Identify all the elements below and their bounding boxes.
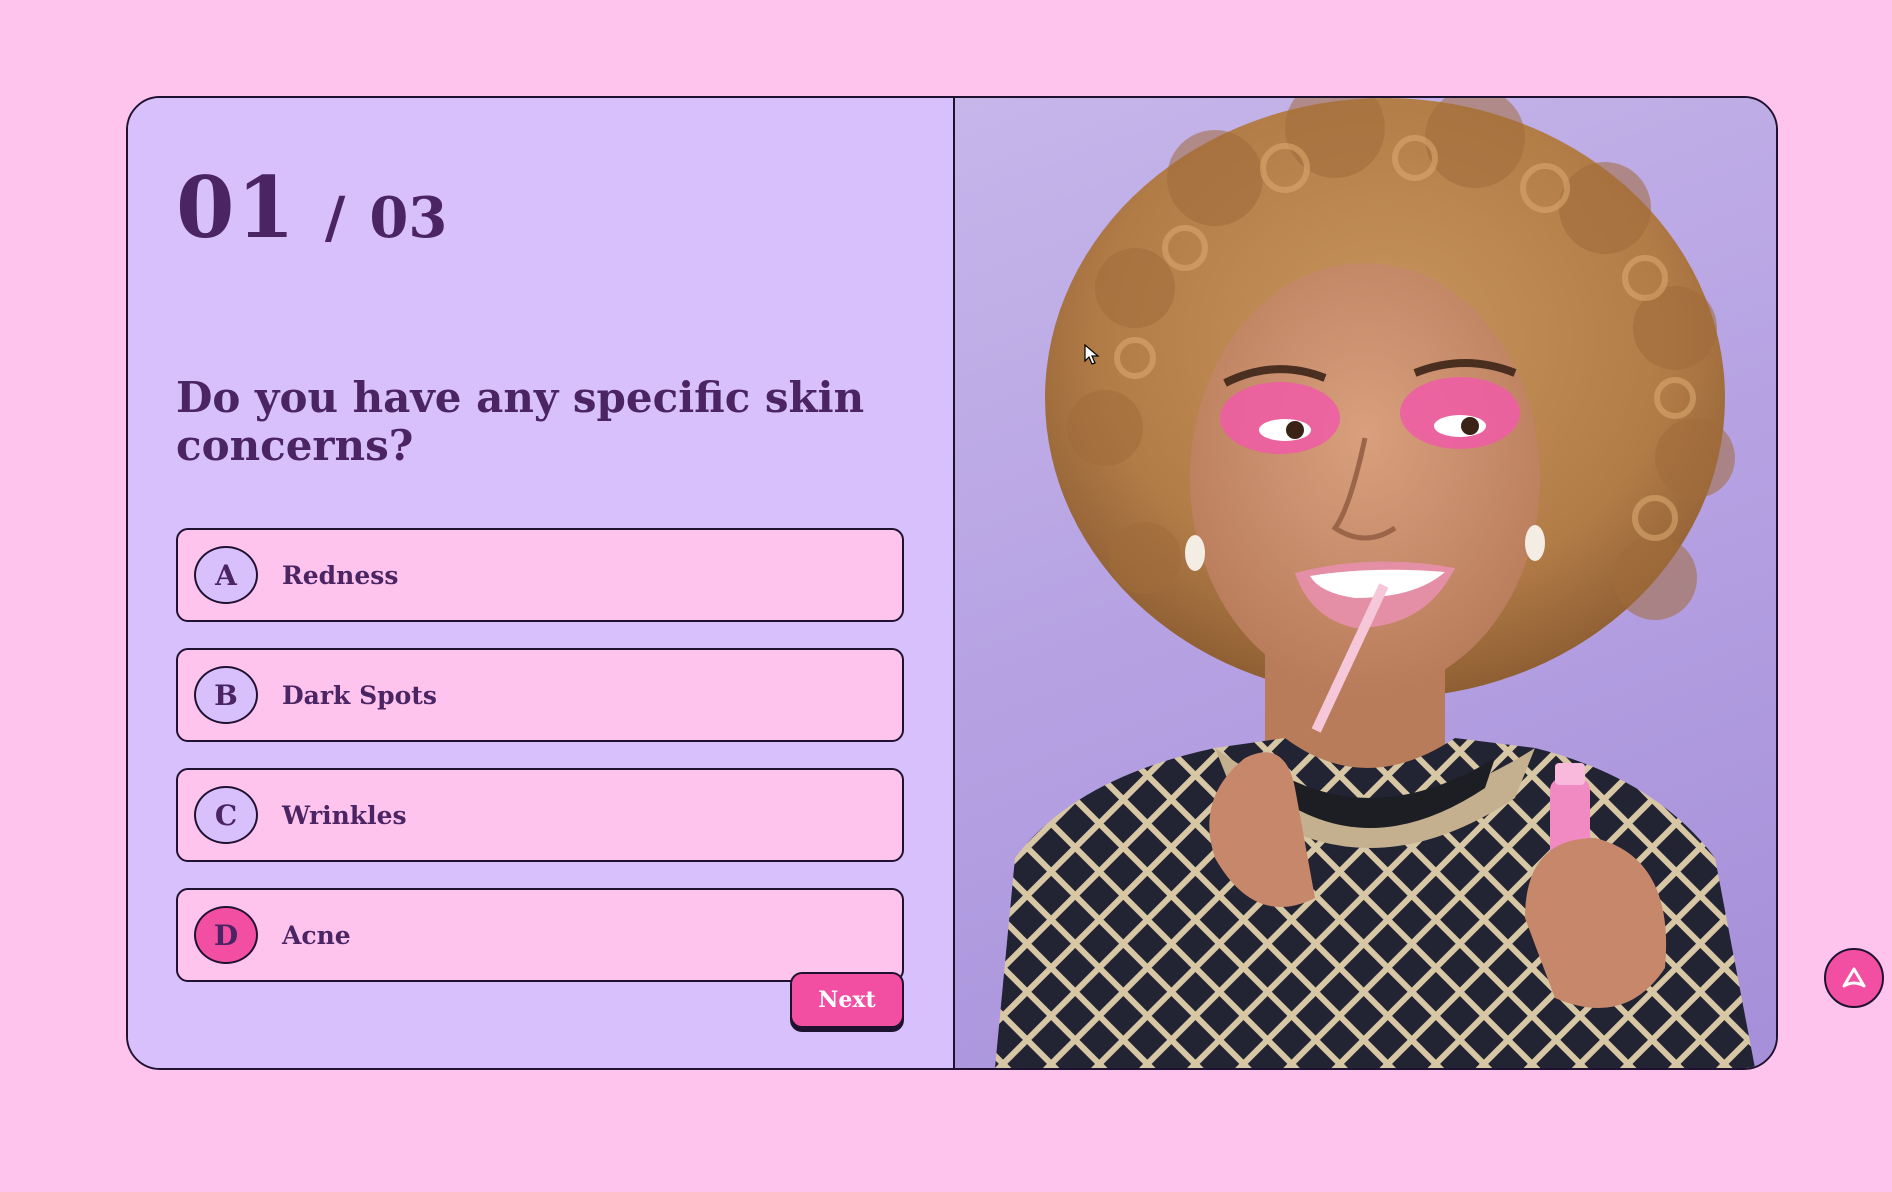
quiz-panel: 01 / 03 Do you have any specific skin co… (128, 98, 955, 1068)
question-counter: 01 / 03 (176, 158, 447, 257)
current-question-number: 01 (176, 158, 297, 257)
hero-image (955, 98, 1776, 1068)
option-label: Acne (282, 920, 351, 950)
option-a[interactable]: A Redness (176, 528, 904, 622)
option-letter: D (194, 906, 258, 964)
option-label: Wrinkles (282, 800, 407, 830)
counter-separator: / (324, 185, 346, 251)
total-questions-number: 03 (369, 185, 448, 251)
option-d[interactable]: D Acne (176, 888, 904, 982)
option-label: Dark Spots (282, 680, 437, 710)
model-illustration (995, 98, 1755, 1068)
option-letter: A (194, 546, 258, 604)
option-letter: B (194, 666, 258, 724)
option-label: Redness (282, 560, 399, 590)
option-c[interactable]: C Wrinkles (176, 768, 904, 862)
quiz-card: 01 / 03 Do you have any specific skin co… (126, 96, 1778, 1070)
mouse-cursor-icon (1084, 343, 1100, 370)
option-letter: C (194, 786, 258, 844)
next-button[interactable]: Next (790, 972, 904, 1028)
option-b[interactable]: B Dark Spots (176, 648, 904, 742)
chevron-up-icon (1842, 967, 1866, 988)
scroll-to-top-button[interactable] (1824, 948, 1884, 1008)
question-title: Do you have any specific skin concerns? (176, 373, 865, 470)
